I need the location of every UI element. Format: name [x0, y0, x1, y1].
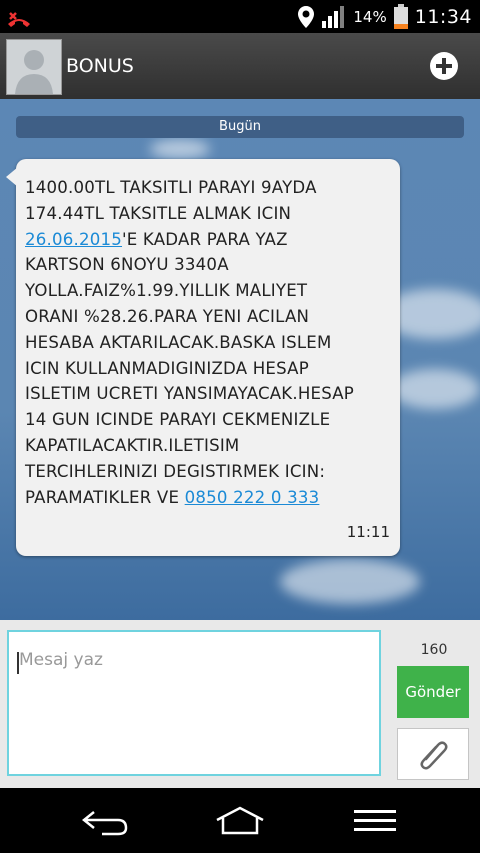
message-text: 1400.00TL TAKSITLI PARAYI 9AYDA 174.44TL…	[25, 178, 355, 507]
location-icon	[298, 5, 315, 28]
back-icon[interactable]	[80, 806, 130, 836]
phone-link[interactable]: 0850 222 0 333	[185, 488, 320, 507]
conversation-area[interactable]: Bugün 1400.00TL TAKSITLI PARAYI 9AYDA 17…	[0, 99, 480, 620]
status-clock: 11:34	[414, 5, 472, 28]
char-counter: 160	[420, 642, 448, 658]
battery-percent: 14%	[353, 7, 387, 26]
signal-icon	[322, 5, 345, 28]
battery-icon	[393, 3, 408, 29]
navigation-bar	[0, 788, 480, 853]
date-separator: Bugün	[16, 116, 464, 138]
person-icon	[15, 50, 53, 94]
send-button[interactable]: Gönder	[397, 666, 469, 718]
menu-icon[interactable]	[352, 806, 398, 836]
conversation-header: BONUS	[0, 33, 480, 100]
contact-avatar[interactable]	[6, 39, 62, 95]
add-contact-button[interactable]	[430, 52, 458, 80]
status-bar: 14% 11:34	[0, 0, 480, 33]
attach-button[interactable]	[397, 728, 469, 780]
message-time: 11:11	[346, 523, 390, 541]
home-icon[interactable]	[214, 806, 266, 836]
message-input-placeholder: Mesaj yaz	[19, 650, 103, 670]
message-input[interactable]: Mesaj yaz	[7, 630, 381, 776]
date-link[interactable]: 26.06.2015	[25, 230, 122, 249]
missed-call-icon	[8, 12, 30, 27]
paperclip-icon	[420, 741, 448, 770]
message-bubble[interactable]: 1400.00TL TAKSITLI PARAYI 9AYDA 174.44TL…	[6, 159, 400, 556]
text-cursor	[17, 652, 19, 674]
contact-name: BONUS	[66, 55, 134, 77]
compose-area: Mesaj yaz 160 Gönder	[0, 620, 480, 788]
